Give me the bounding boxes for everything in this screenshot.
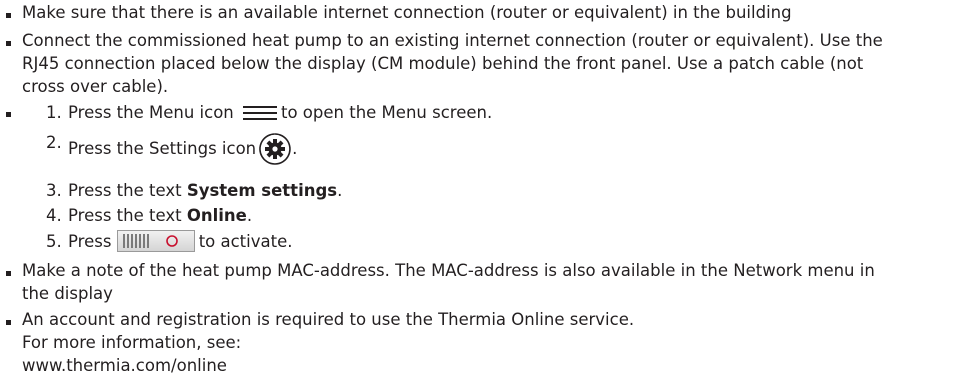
gear-icon xyxy=(259,132,291,165)
toggle-switch-icon xyxy=(116,229,195,252)
bullet-text: For more information, see: xyxy=(22,333,242,352)
bullet-text: An account and registration is required … xyxy=(22,310,635,329)
step-4: 4. Press the text Online. xyxy=(46,206,253,225)
bullet-marker xyxy=(6,13,11,18)
bullet-text: Make a note of the heat pump MAC-address… xyxy=(22,261,875,280)
bullet-text: cross over cable). xyxy=(22,77,169,96)
bullet-marker xyxy=(6,271,11,276)
instruction-list: Make sure that there is an available int… xyxy=(0,0,960,386)
thermia-online-link[interactable]: www.thermia.com/online xyxy=(22,356,227,375)
step-5: 5. Press to activate. xyxy=(46,229,292,252)
step-1: 1. Press the Menu icon to open the Menu s… xyxy=(46,103,493,122)
bullet-marker xyxy=(6,320,11,325)
menu-lines-icon xyxy=(243,105,277,120)
bullet-text: Connect the commissioned heat pump to an… xyxy=(22,31,883,50)
step-3: 3. Press the text System settings. xyxy=(46,181,343,200)
bullet-text: the display xyxy=(22,284,113,303)
step-2: 2. Press the Settings icon . xyxy=(46,132,297,165)
bullet-marker xyxy=(6,112,11,117)
bullet-marker xyxy=(6,41,11,46)
bullet-text: RJ45 connection placed below the display… xyxy=(22,54,864,73)
bullet-text: Make sure that there is an available int… xyxy=(22,3,792,22)
